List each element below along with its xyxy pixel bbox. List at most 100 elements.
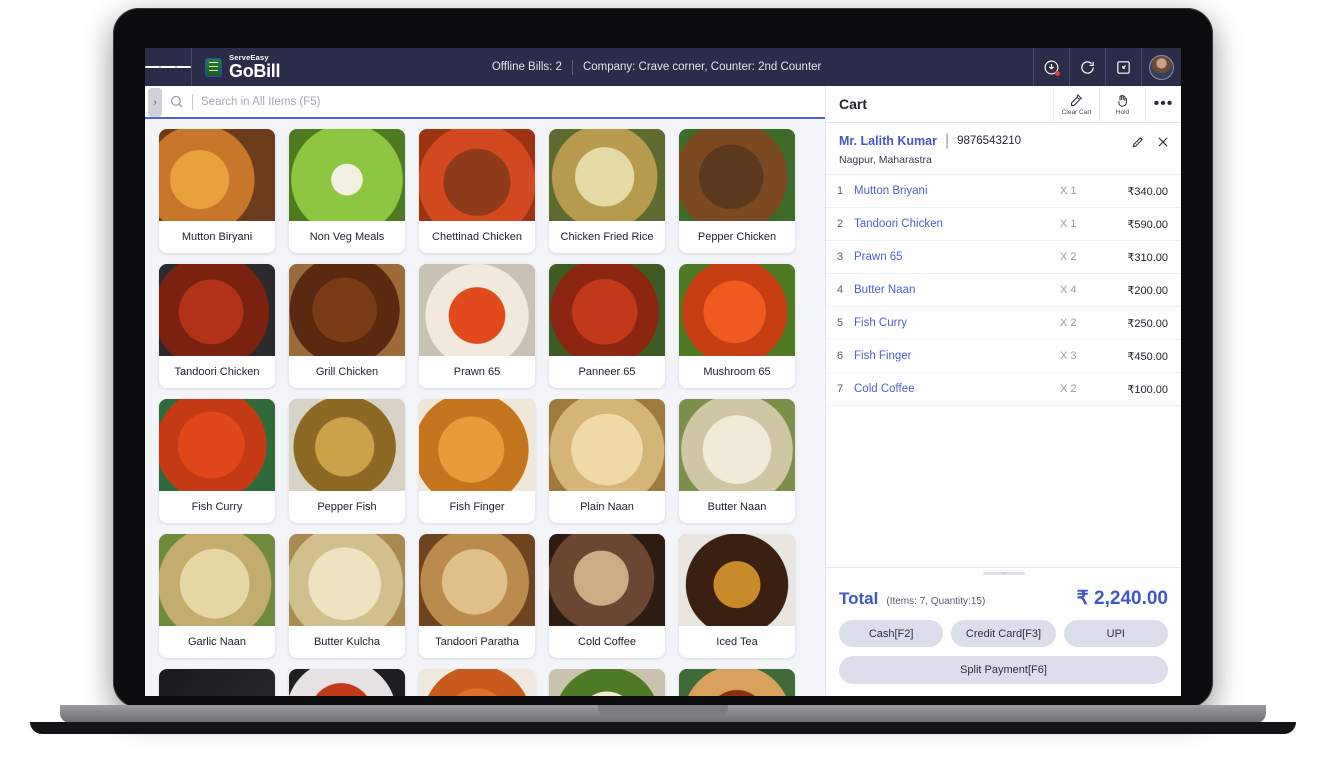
product-name: Tandoori Paratha: [435, 635, 519, 648]
product-name: Pepper Fish: [317, 500, 377, 513]
edit-customer-icon[interactable]: [1131, 135, 1145, 149]
cart-item-row[interactable]: 7 Cold Coffee X 2 ₹100.00: [826, 373, 1181, 406]
search-icon: [169, 94, 184, 109]
download-clock-icon[interactable]: [1033, 48, 1069, 86]
cart-header: Cart Clear Cart Hold •••: [826, 86, 1181, 123]
product-card[interactable]: Cold Coffee: [549, 534, 665, 658]
product-card[interactable]: Pepper Fish: [289, 399, 405, 523]
product-card[interactable]: Mutton Biryani: [159, 129, 275, 253]
app-topbar: ServeEasy GoBill Offline Bills: 2 Compan…: [145, 48, 1181, 86]
product-card[interactable]: Grill Chicken: [289, 264, 405, 388]
product-card[interactable]: [549, 669, 665, 696]
cart-item-index: 7: [837, 383, 844, 395]
upi-payment-button[interactable]: UPI: [1063, 620, 1168, 647]
product-card[interactable]: [289, 669, 405, 696]
cart-item-name: Tandoori Chicken: [854, 218, 943, 230]
customer-address: Nagpur, Maharastra: [839, 154, 932, 166]
product-card[interactable]: [159, 669, 275, 696]
product-name: Chettinad Chicken: [432, 230, 522, 243]
cart-item-quantity: X 1: [1060, 218, 1077, 230]
product-card[interactable]: Garlic Naan: [159, 534, 275, 658]
app-body: › Mutton Biryani Non Veg Meals Chettinad C…: [145, 86, 1181, 696]
product-image: [419, 264, 535, 356]
laptop-foot: [30, 722, 1296, 734]
product-card[interactable]: Iced Tea: [679, 534, 795, 658]
search-input[interactable]: [192, 93, 825, 110]
product-card[interactable]: [419, 669, 535, 696]
product-card[interactable]: Non Veg Meals: [289, 129, 405, 253]
cart-item-quantity: X 1: [1060, 185, 1077, 197]
notification-dot: [1055, 71, 1060, 76]
product-grid-scroll[interactable]: Mutton Biryani Non Veg Meals Chettinad Chi…: [145, 119, 825, 696]
cart-item-row[interactable]: 4 Butter Naan X 4 ₹200.00: [826, 274, 1181, 307]
cart-item-row[interactable]: 5 Fish Curry X 2 ₹250.00: [826, 307, 1181, 340]
product-grid: Mutton Biryani Non Veg Meals Chettinad Chi…: [145, 129, 825, 696]
cart-item-price: ₹100.00: [1127, 383, 1168, 396]
product-card[interactable]: Chettinad Chicken: [419, 129, 535, 253]
product-card[interactable]: Fish Finger: [419, 399, 535, 523]
cart-item-row[interactable]: 2 Tandoori Chicken X 1 ₹590.00: [826, 208, 1181, 241]
screenshot-stage: ServeEasy GoBill Offline Bills: 2 Compan…: [0, 0, 1326, 762]
product-card[interactable]: [679, 669, 795, 696]
product-image: [679, 264, 795, 356]
cart-item-row[interactable]: 3 Prawn 65 X 2 ₹310.00: [826, 241, 1181, 274]
product-image: [159, 534, 275, 626]
gobill-logo-icon: [205, 57, 222, 77]
product-name: Garlic Naan: [187, 635, 247, 648]
product-name: Butter Naan: [707, 500, 767, 513]
product-card[interactable]: Tandoori Paratha: [419, 534, 535, 658]
offline-bills-label: Offline Bills: 2: [491, 61, 562, 73]
product-card[interactable]: Chicken Fried Rice: [549, 129, 665, 253]
cart-item-price: ₹590.00: [1127, 218, 1168, 231]
cart-item-list: 1 Mutton Briyani X 1 ₹340.00 2 Tandoori Chick…: [826, 175, 1181, 567]
cash-payment-button[interactable]: Cash[F2]: [839, 620, 944, 647]
cart-item-quantity: X 2: [1060, 383, 1077, 395]
product-card[interactable]: Tandoori Chicken: [159, 264, 275, 388]
product-card[interactable]: Butter Kulcha: [289, 534, 405, 658]
hold-button[interactable]: Hold: [1099, 86, 1145, 122]
product-card[interactable]: Mushroom 65: [679, 264, 795, 388]
clear-cart-button[interactable]: Clear Cart: [1053, 86, 1099, 122]
product-card[interactable]: Fish Curry: [159, 399, 275, 523]
cart-item-price: ₹310.00: [1127, 251, 1168, 264]
product-image: [289, 534, 405, 626]
cart-item-name: Butter Naan: [854, 284, 916, 296]
menu-hamburger-icon[interactable]: [145, 48, 191, 86]
product-image: [159, 399, 275, 491]
remove-customer-icon[interactable]: [1156, 135, 1170, 149]
product-image: [549, 534, 665, 626]
customer-name[interactable]: Mr. Lalith Kumar: [839, 134, 937, 148]
product-name: Iced Tea: [716, 635, 758, 648]
cart-item-name: Fish Finger: [854, 350, 912, 362]
product-card[interactable]: Butter Naan: [679, 399, 795, 523]
laptop-screen: ServeEasy GoBill Offline Bills: 2 Compan…: [145, 48, 1181, 696]
fullscreen-exit-icon[interactable]: [1105, 48, 1141, 86]
laptop-lid: ServeEasy GoBill Offline Bills: 2 Compan…: [113, 8, 1213, 708]
product-card[interactable]: Pepper Chicken: [679, 129, 795, 253]
cart-pane: Cart Clear Cart Hold ••• Mr. Lalith Kuma…: [825, 86, 1181, 696]
status-divider: [571, 59, 573, 75]
brand-subtitle: ServeEasy: [229, 52, 269, 62]
sidebar-expand-toggle[interactable]: ›: [148, 88, 162, 117]
product-image: [549, 129, 665, 221]
product-card[interactable]: Plain Naan: [549, 399, 665, 523]
cart-item-row[interactable]: 6 Fish Finger X 3 ₹450.00: [826, 340, 1181, 373]
cart-item-row[interactable]: 1 Mutton Briyani X 1 ₹340.00: [826, 175, 1181, 208]
sync-icon[interactable]: [1069, 48, 1105, 86]
product-image: [289, 264, 405, 356]
cart-drag-handle[interactable]: [826, 567, 1181, 579]
drag-pill: [982, 572, 1025, 575]
product-image: [419, 669, 535, 696]
cart-item-index: 6: [837, 350, 844, 362]
product-name: Fish Curry: [191, 500, 243, 513]
cart-overflow-menu-icon[interactable]: •••: [1145, 86, 1181, 122]
product-card[interactable]: Prawn 65: [419, 264, 535, 388]
avatar[interactable]: [1141, 48, 1181, 86]
split-payment-button[interactable]: Split Payment[F6]: [839, 656, 1168, 684]
credit-card-payment-button[interactable]: Credit Card[F3]: [951, 620, 1056, 647]
topbar-status: Offline Bills: 2 Company: Crave corner, …: [491, 59, 821, 75]
product-image: [289, 129, 405, 221]
totals-section: Total (Items: 7, Quantity:15) ₹ 2,240.00…: [826, 579, 1181, 696]
product-image: [159, 264, 275, 356]
product-card[interactable]: Panneer 65: [549, 264, 665, 388]
